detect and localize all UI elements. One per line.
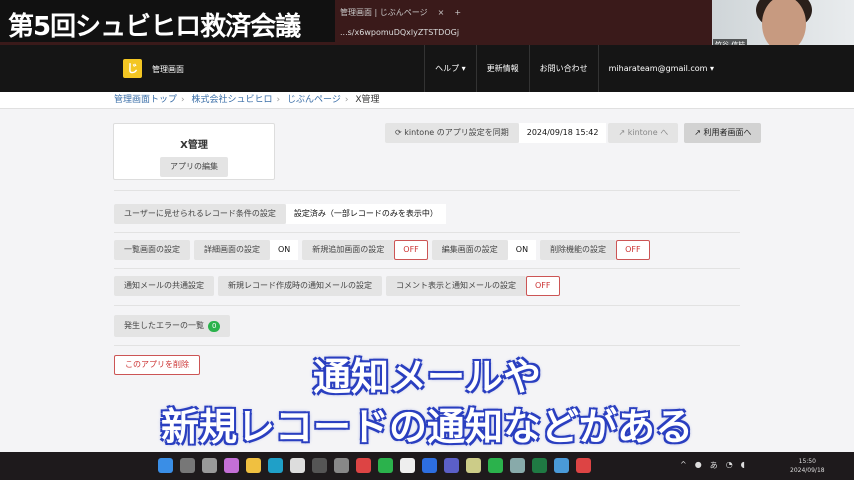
nav-updates[interactable]: 更新情報 — [475, 45, 529, 92]
clock[interactable]: 15:50 2024/09/18 — [790, 457, 825, 475]
teams-icon[interactable] — [444, 458, 459, 473]
chrome-icon[interactable] — [356, 458, 371, 473]
sync-button[interactable]: ⟳ kintone のアプリ設定を同期 — [385, 123, 519, 143]
line-icon[interactable] — [378, 458, 393, 473]
apple-icon[interactable] — [334, 458, 349, 473]
subtitle-line: 通知メールや — [312, 355, 541, 399]
nav-help[interactable]: ヘルプ ▾ — [424, 45, 476, 92]
ime-indicator[interactable]: あ — [710, 460, 718, 471]
address-bar[interactable]: ...s/x6wpomuDQxlyZTSTDOGj — [340, 28, 459, 37]
zoom-icon[interactable] — [422, 458, 437, 473]
crumb-current: X管理 — [355, 95, 380, 105]
edit-screen-button[interactable]: 編集画面の設定 — [431, 240, 508, 260]
status-off: OFF — [616, 240, 650, 260]
taskbar: ^ ● あ ◔ ◖ 15:50 2024/09/18 — [0, 452, 854, 480]
volume-icon[interactable]: ◖ — [741, 460, 745, 471]
status-on: ON — [270, 240, 299, 260]
line-icon[interactable] — [488, 458, 503, 473]
chevron-up-icon[interactable]: ^ — [680, 460, 687, 471]
error-count-badge: 0 — [208, 321, 221, 332]
mail-common-button[interactable]: 通知メールの共通設定 — [114, 276, 214, 296]
settings-icon[interactable] — [510, 458, 525, 473]
edit-app-button[interactable]: アプリの編集 — [160, 157, 228, 177]
breadcrumb: 管理画面トップ › 株式会社シュビヒロ › じぶんページ › X管理 — [0, 92, 854, 109]
logo-icon[interactable]: じ — [123, 59, 142, 78]
mic-icon[interactable]: ● — [695, 460, 702, 471]
task-view-icon[interactable] — [202, 458, 217, 473]
divider — [114, 268, 740, 269]
sync-group: ⟳ kintone のアプリ設定を同期 2024/09/18 15:42 ↗ ki… — [385, 123, 762, 143]
video-title-overlay: 第5回シュビヒロ救済会議 — [0, 0, 335, 42]
divider — [114, 345, 740, 346]
browser-tabs: 管理画面 | じぶんページ × + — [340, 4, 461, 20]
app-icon[interactable] — [312, 458, 327, 473]
record-condition-value: 設定済み（一部レコードのみを表示中） — [285, 204, 446, 224]
new-record-mail-button[interactable]: 新規レコード作成時の通知メールの設定 — [218, 276, 382, 296]
edge-icon[interactable] — [268, 458, 283, 473]
chrome-icon[interactable] — [576, 458, 591, 473]
detail-screen-button[interactable]: 詳細画面の設定 — [194, 240, 270, 260]
top-nav: じ 管理画面 ヘルプ ▾ 更新情報 お問い合わせ miharateam@gmai… — [0, 45, 854, 92]
add-screen-button[interactable]: 新規追加画面の設定 — [302, 240, 395, 260]
subtitle-overlay: 通知メールや 新規レコードの通知などがある — [0, 352, 854, 452]
clock-time: 15:50 — [798, 458, 816, 465]
nav-account[interactable]: miharateam@gmail.com ▾ — [597, 45, 724, 92]
user-screen-link[interactable]: ↗ 利用者画面へ — [684, 123, 762, 143]
crumb-top[interactable]: 管理画面トップ — [114, 95, 177, 105]
divider — [114, 232, 740, 233]
app-name: X管理 — [180, 140, 208, 151]
photos-icon[interactable] — [554, 458, 569, 473]
start-icon[interactable] — [158, 458, 173, 473]
nav-contact[interactable]: お問い合わせ — [528, 45, 598, 92]
record-condition-button[interactable]: ユーザーに見せられるレコード条件の設定 — [114, 204, 286, 224]
sync-time: 2024/09/18 15:42 — [518, 123, 607, 143]
error-list-button[interactable]: 発生したエラーの一覧 0 — [114, 315, 231, 337]
brand-label[interactable]: 管理画面 — [152, 64, 184, 75]
store-icon[interactable] — [290, 458, 305, 473]
folder-icon[interactable] — [246, 458, 261, 473]
notion-icon[interactable] — [400, 458, 415, 473]
error-list-label: 発生したエラーの一覧 — [124, 321, 204, 330]
list-screen-button[interactable]: 一覧画面の設定 — [114, 240, 190, 260]
search-icon[interactable] — [180, 458, 195, 473]
clock-date: 2024/09/18 — [790, 467, 825, 474]
crumb-company[interactable]: 株式会社シュビヒロ — [192, 95, 273, 105]
status-on: ON — [507, 240, 537, 260]
divider — [114, 305, 740, 306]
kintone-link[interactable]: ↗ kintone へ — [608, 123, 679, 143]
wifi-icon[interactable]: ◔ — [726, 460, 733, 471]
delete-feature-button[interactable]: 削除機能の設定 — [540, 240, 617, 260]
crumb-page[interactable]: じぶんページ — [287, 95, 341, 105]
app-card: X管理 アプリの編集 — [113, 123, 275, 180]
browser-tab[interactable]: 管理画面 | じぶんページ — [340, 7, 428, 18]
close-tab-icon[interactable]: × — [438, 8, 445, 17]
copilot-icon[interactable] — [224, 458, 239, 473]
status-off: OFF — [526, 276, 560, 296]
divider — [114, 190, 740, 191]
subtitle-line: 新規レコードの通知などがある — [160, 405, 693, 449]
excel-icon[interactable] — [532, 458, 547, 473]
status-off: OFF — [394, 240, 428, 260]
new-tab-button[interactable]: + — [454, 8, 461, 17]
comment-mail-button[interactable]: コメント表示と通知メールの設定 — [386, 276, 526, 296]
app-icon[interactable] — [466, 458, 481, 473]
